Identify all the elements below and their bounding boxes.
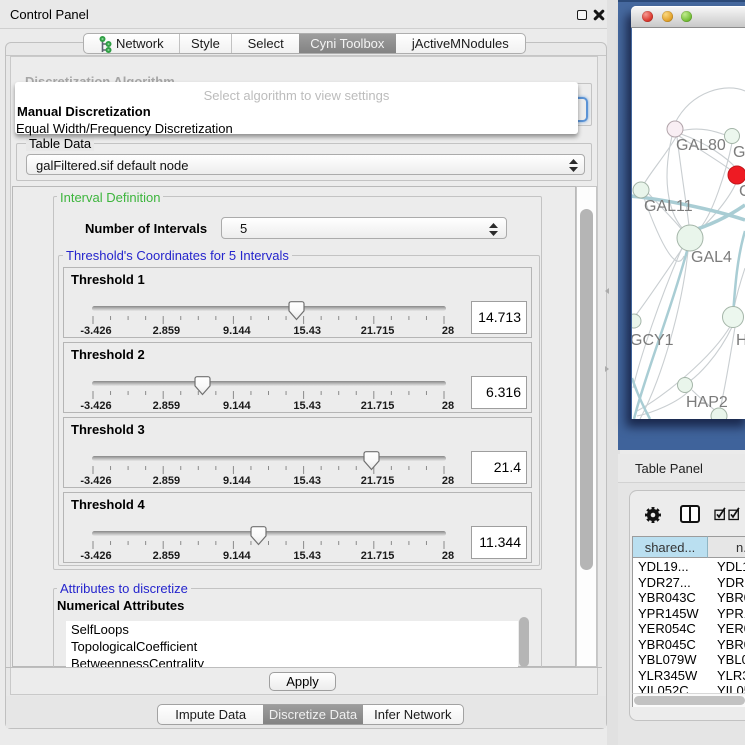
- svg-text:GAL80: GAL80: [676, 137, 726, 154]
- svg-text:GA: GA: [733, 144, 745, 161]
- svg-text:GAL11: GAL11: [644, 198, 693, 215]
- svg-text:HAP2: HAP2: [686, 394, 728, 411]
- svg-text:GCY1: GCY1: [632, 332, 674, 349]
- svg-text:GAL4: GAL4: [691, 249, 732, 266]
- svg-text:C: C: [739, 183, 745, 200]
- svg-text:H: H: [736, 332, 745, 349]
